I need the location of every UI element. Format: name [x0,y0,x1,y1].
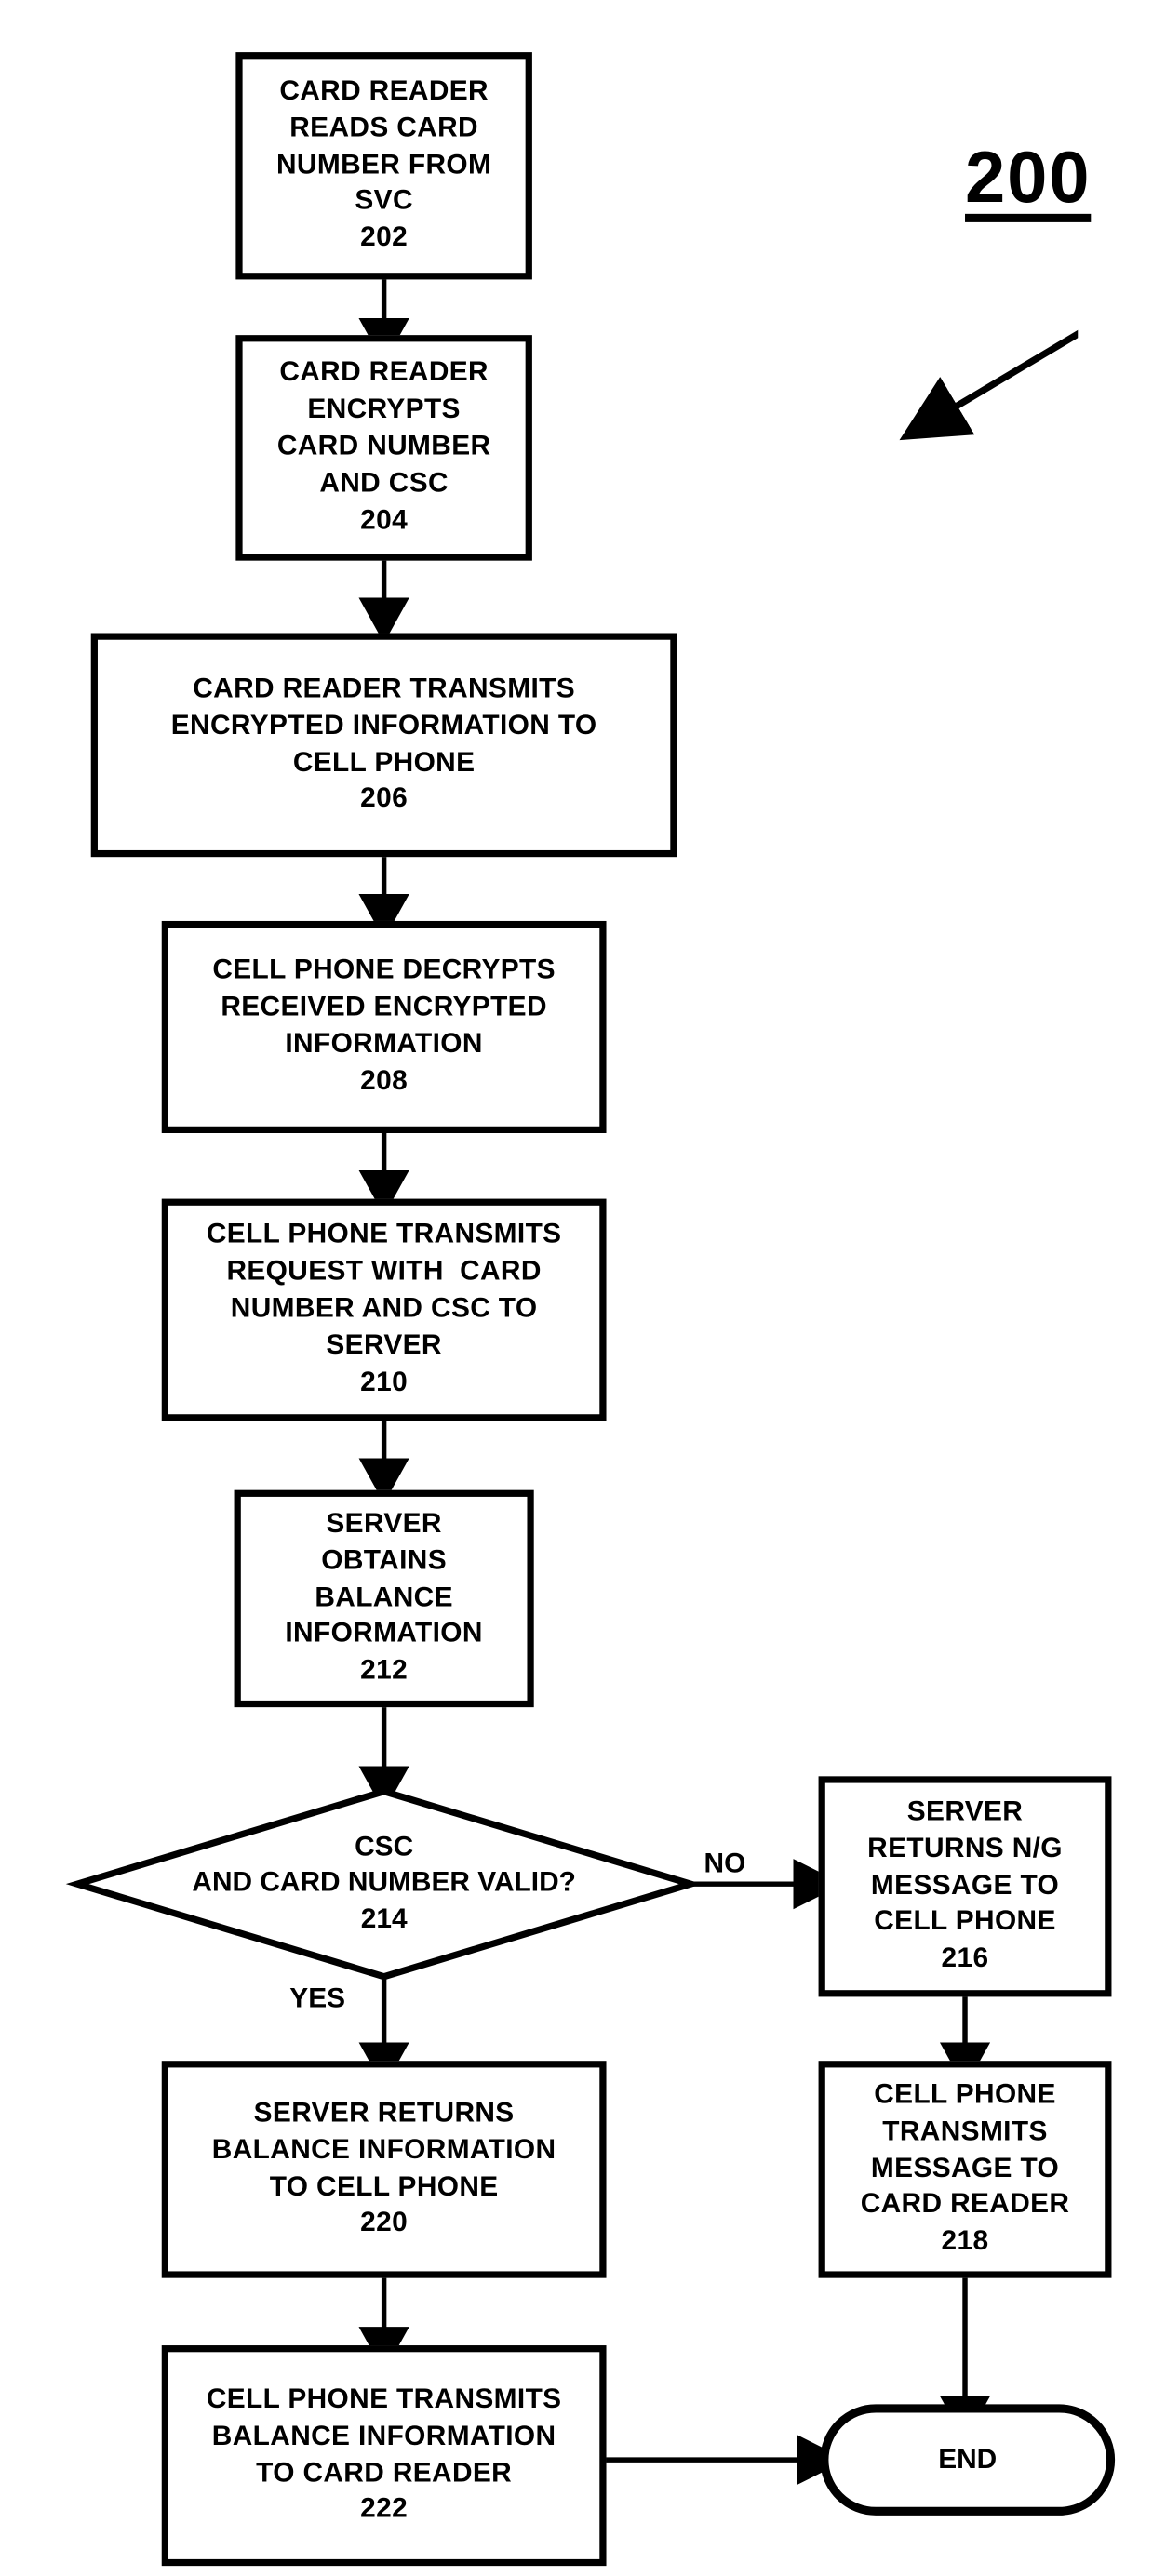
node-206-line-2: CELL PHONE [292,746,476,778]
node-210[interactable]: CELL PHONE TRANSMITS REQUEST WITH CARD N… [161,1198,607,1421]
node-204-line-1: ENCRYPTS [307,394,461,425]
node-218-line-2: MESSAGE TO [870,2152,1060,2183]
node-202-line-3: SVC [355,185,413,217]
node-218-line-0: CELL PHONE [874,2078,1056,2110]
node-216-line-0: SERVER [906,1795,1024,1827]
node-216[interactable]: SERVER RETURNS N/G MESSAGE TO CELL PHONE… [818,1776,1112,1997]
node-218[interactable]: CELL PHONE TRANSMITS MESSAGE TO CARD REA… [818,2061,1112,2278]
node-204-ref: 204 [360,504,409,536]
node-end-label: END [938,2443,998,2475]
node-206-line-0: CARD READER TRANSMITS [193,673,575,703]
node-220-line-0: SERVER RETURNS [253,2097,515,2128]
node-204[interactable]: CARD READER ENCRYPTS CARD NUMBER AND CSC… [235,335,532,561]
edge-label-no: NO [704,1849,746,1879]
node-222-line-0: CELL PHONE TRANSMITS [206,2383,562,2414]
node-202-line-0: CARD READER [279,74,489,106]
node-208[interactable]: CELL PHONE DECRYPTS RECEIVED ENCRYPTED I… [161,920,607,1133]
node-210-line-3: SERVER [326,1329,442,1361]
node-222[interactable]: CELL PHONE TRANSMITS BALANCE INFORMATION… [161,2345,607,2567]
node-220-ref: 220 [360,2208,409,2239]
node-212-line-2: BALANCE [315,1582,453,1612]
node-210-ref: 210 [360,1367,409,1397]
node-202-ref: 202 [360,222,409,254]
node-220-line-1: BALANCE INFORMATION [211,2134,556,2165]
node-222-ref: 222 [360,2494,409,2525]
node-202-line-2: NUMBER FROM [276,149,492,180]
node-222-line-2: TO CARD READER [256,2457,513,2488]
node-202[interactable]: CARD READER READS CARD NUMBER FROM SVC 2… [235,52,532,280]
node-208-line-2: INFORMATION [285,1028,483,1060]
flowchart-canvas: CARD READER READS CARD NUMBER FROM SVC 2… [0,0,1166,2576]
node-220[interactable]: SERVER RETURNS BALANCE INFORMATION TO CE… [161,2061,607,2278]
node-208-ref: 208 [360,1065,409,1097]
node-210-line-2: NUMBER AND CSC TO [230,1292,538,1324]
node-216-line-2: MESSAGE TO [870,1869,1060,1901]
node-218-line-1: TRANSMITS [882,2116,1048,2146]
node-210-line-0: CELL PHONE TRANSMITS [206,1219,562,1250]
node-206[interactable]: CARD READER TRANSMITS ENCRYPTED INFORMAT… [90,633,677,858]
figure-number: 200 [965,138,1092,220]
node-220-line-2: TO CELL PHONE [269,2170,499,2202]
node-214[interactable]: CSC AND CARD NUMBER VALID? 214 [77,1792,690,1977]
node-222-line-1: BALANCE INFORMATION [211,2420,556,2451]
node-206-line-1: ENCRYPTED INFORMATION TO [170,709,597,741]
node-202-line-1: READS CARD [289,112,478,143]
node-206-ref: 206 [360,783,409,814]
node-214-line-1: AND CARD NUMBER VALID? [192,1867,576,1899]
node-208-line-1: RECEIVED ENCRYPTED [221,992,547,1022]
node-218-line-3: CARD READER [860,2189,1070,2221]
node-204-line-3: AND CSC [319,468,449,499]
node-end[interactable]: END [820,2404,1116,2516]
node-216-ref: 216 [941,1943,989,1974]
node-212-line-1: OBTAINS [321,1544,447,1576]
node-218-ref: 218 [941,2226,989,2257]
node-212-ref: 212 [360,1655,409,1687]
node-204-line-0: CARD READER [279,356,489,388]
node-208-line-0: CELL PHONE DECRYPTS [212,954,556,985]
node-214-ref: 214 [360,1903,408,1934]
edge-label-yes: YES [289,1982,346,2014]
node-212-line-0: SERVER [326,1507,442,1539]
node-216-line-3: CELL PHONE [874,1906,1056,1938]
node-212-line-3: INFORMATION [285,1619,483,1649]
node-214-line-0: CSC [355,1831,414,1862]
node-216-line-1: RETURNS N/G [867,1833,1063,1863]
node-212[interactable]: SERVER OBTAINS BALANCE INFORMATION 212 [234,1489,534,1708]
node-204-line-2: CARD NUMBER [276,431,491,461]
node-210-line-1: REQUEST WITH CARD [226,1256,542,1287]
